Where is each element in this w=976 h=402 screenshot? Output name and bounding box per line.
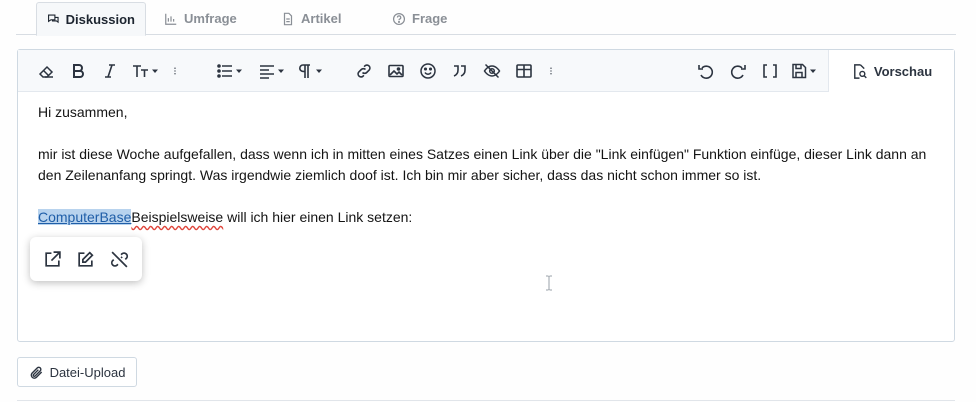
paragraph-dropdown[interactable] [294, 61, 324, 81]
edit-icon [78, 250, 95, 267]
tab-artikel[interactable]: Artikel [271, 2, 361, 35]
redo-button[interactable] [728, 61, 748, 81]
more-vertical-icon [550, 67, 552, 75]
chevron-down-icon [809, 69, 816, 73]
open-link-button[interactable] [42, 248, 64, 270]
bold-button[interactable] [68, 61, 88, 81]
clear-formatting-button[interactable] [36, 61, 56, 81]
external-link-icon [45, 250, 61, 267]
text-cursor-icon [546, 275, 552, 291]
insert-spoiler-button[interactable] [482, 61, 502, 81]
list-dropdown[interactable] [214, 61, 244, 81]
chevron-down-icon [151, 69, 158, 73]
link-icon [357, 64, 371, 78]
preview-label: Vorschau [873, 63, 933, 79]
chevron-down-icon [315, 69, 322, 73]
inserted-link[interactable]: ComputerBase [38, 209, 132, 225]
paperclip-icon [30, 366, 42, 379]
toggle-bbcode-button[interactable] [760, 61, 780, 81]
chevron-down-icon [235, 69, 242, 73]
insert-table-button[interactable] [514, 61, 534, 81]
unlink-icon [110, 251, 128, 267]
eye-slash-icon [483, 63, 501, 79]
italic-button[interactable] [100, 61, 120, 81]
document-icon [283, 12, 293, 25]
edit-link-button[interactable] [75, 248, 97, 270]
file-upload-button[interactable]: Datei-Upload [17, 357, 137, 387]
save-icon [791, 63, 806, 79]
bold-icon [73, 64, 84, 78]
italic-icon [105, 64, 115, 78]
preview-icon [853, 63, 867, 79]
tab-label: Diskussion [65, 11, 135, 27]
tab-label: Umfrage [184, 11, 237, 26]
text-size-dropdown[interactable] [130, 61, 160, 81]
eraser-icon [38, 65, 54, 78]
smiley-icon [420, 63, 436, 79]
more-insert-options-button[interactable] [546, 61, 556, 81]
misspelled-word: Beispielsweise [131, 209, 224, 225]
table-icon [516, 64, 532, 78]
link-popup [30, 237, 142, 281]
tab-frage[interactable]: Frage [382, 2, 472, 35]
insert-link-button[interactable] [354, 61, 374, 81]
list-icon [216, 64, 232, 78]
rich-text-editor: Vorschau Hi zusammen, mir ist diese Woch… [17, 49, 955, 342]
paragraph-icon [298, 64, 310, 78]
tab-diskussion[interactable]: Diskussion [36, 2, 146, 36]
divider [17, 400, 955, 401]
align-dropdown[interactable] [256, 61, 286, 81]
more-vertical-icon [174, 67, 176, 75]
chevron-down-icon [277, 69, 284, 73]
link-line: ComputerBaseBeispielsweise will ich hier… [38, 207, 412, 228]
quote-icon [453, 65, 466, 77]
body-paragraph: mir ist diese Woche aufgefallen, dass we… [38, 146, 927, 183]
post-type-tabs: Diskussion Umfrage Artikel Frage [16, 0, 956, 36]
greeting-text: Hi zusammen, [38, 104, 128, 120]
text-size-icon [132, 65, 148, 77]
insert-emoji-button[interactable] [418, 61, 438, 81]
discussion-icon [48, 14, 59, 24]
line-rest-text: will ich hier einen Link setzen: [223, 209, 413, 225]
redo-icon [730, 65, 746, 79]
file-upload-label: Datei-Upload [49, 364, 126, 380]
undo-button[interactable] [696, 61, 716, 81]
preview-button[interactable]: Vorschau [828, 50, 954, 92]
editor-toolbar: Vorschau [18, 50, 954, 92]
undo-icon [698, 65, 714, 79]
bar-chart-icon [165, 13, 177, 25]
align-left-icon [259, 65, 274, 79]
insert-image-button[interactable] [386, 61, 406, 81]
drafts-dropdown[interactable] [788, 61, 818, 81]
more-text-options-button[interactable] [170, 61, 180, 81]
unlink-button[interactable] [108, 248, 130, 270]
tab-label: Frage [412, 11, 448, 26]
tab-umfrage[interactable]: Umfrage [154, 2, 254, 35]
question-icon [392, 12, 406, 25]
brackets-icon [763, 64, 777, 78]
insert-quote-button[interactable] [450, 61, 470, 81]
tab-label: Artikel [301, 11, 342, 26]
image-icon [388, 64, 404, 78]
